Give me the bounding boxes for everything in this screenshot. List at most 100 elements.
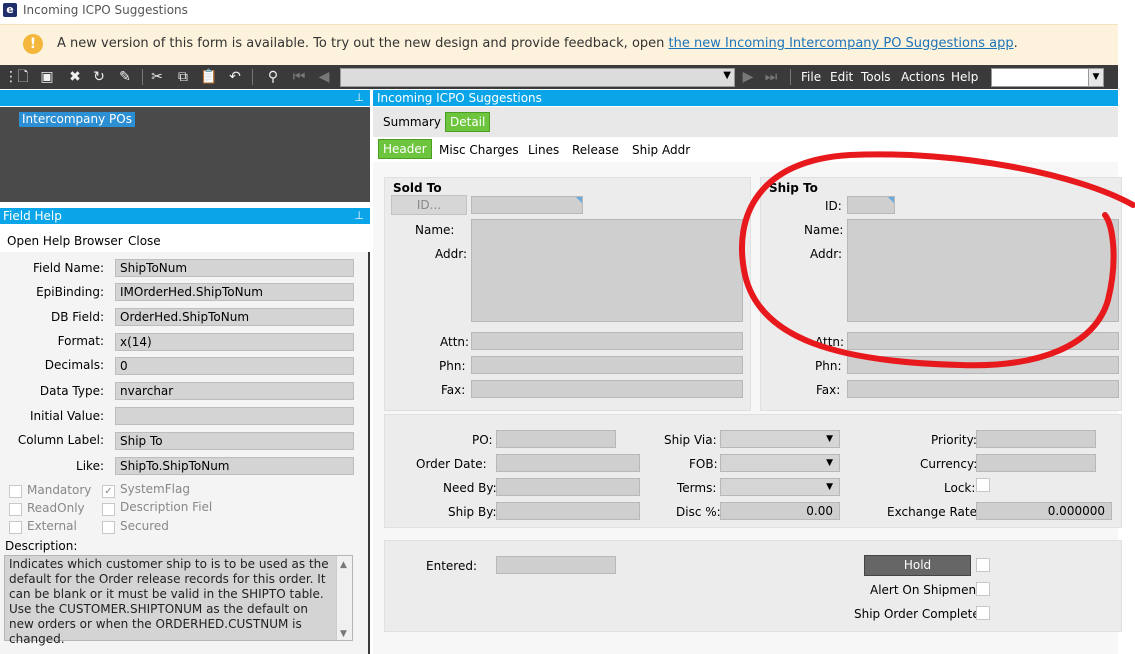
disc-label: Disc %: (676, 505, 721, 519)
scroll-down-icon[interactable]: ▼ (340, 627, 347, 642)
sold-to-attn-label: Attn: (440, 335, 470, 349)
delete-icon[interactable]: ✖ (66, 68, 84, 86)
need-by-label: Need By: (443, 481, 497, 495)
fob-combo[interactable]: ▼ (720, 454, 840, 472)
menu-edit[interactable]: Edit (830, 70, 853, 84)
need-by-field[interactable] (496, 478, 640, 496)
po-field[interactable] (496, 430, 616, 448)
chevron-down-icon: ▼ (723, 70, 731, 81)
search-icon[interactable]: ⚲ (264, 68, 282, 86)
record-selector-combo[interactable]: ▼ (340, 68, 735, 87)
external-checkbox (9, 521, 22, 534)
ship-order-complete-checkbox[interactable] (976, 606, 990, 620)
secured-checkbox (102, 521, 115, 534)
field-value: ShipTo.ShipToNum (115, 457, 354, 475)
scroll-up-icon[interactable]: ▲ (340, 558, 347, 573)
sold-to-name-addr-field[interactable] (471, 219, 743, 322)
pin-icon[interactable]: ⊥ (354, 209, 364, 222)
paste-icon[interactable]: 📋 (200, 68, 218, 86)
tab-summary[interactable]: Summary (383, 115, 441, 129)
sold-to-id-field[interactable] (471, 196, 583, 214)
ship-order-complete-label: Ship Order Complete: (854, 607, 984, 621)
menu-actions[interactable]: Actions (901, 70, 945, 84)
disc-field[interactable]: 0.00 (720, 502, 840, 520)
tree-panel: Intercompany POs (0, 107, 370, 202)
tree-node-intercompany-pos[interactable]: Intercompany POs (19, 112, 135, 127)
open-help-browser-button[interactable]: Open Help Browser (7, 234, 123, 248)
ship-to-fax-label: Fax: (816, 383, 841, 397)
field-label: EpiBinding: (36, 285, 104, 299)
field-value: Ship To (115, 432, 354, 450)
tab-ship-addr[interactable]: Ship Addr (632, 143, 690, 157)
sold-to-group: Sold To ID... Name: Addr: Attn: Phn: Fax… (384, 177, 751, 411)
description-scrollbar[interactable]: ▲ ▼ (336, 556, 352, 640)
field-value: IMOrderHed.ShipToNum (115, 283, 354, 301)
menu-help[interactable]: Help (951, 70, 978, 84)
alert-on-shipment-label: Alert On Shipment: (870, 583, 985, 597)
banner-message: A new version of this form is available.… (57, 36, 1018, 51)
undo-icon[interactable]: ↶ (226, 68, 244, 86)
exchange-rate-field[interactable]: 0.000000 (976, 502, 1112, 520)
close-button[interactable]: Close (128, 234, 161, 248)
ship-by-label: Ship By: (448, 505, 497, 519)
terms-label: Terms: (677, 481, 717, 495)
save-icon[interactable]: ▣ (38, 68, 56, 86)
terms-combo[interactable]: ▼ (720, 478, 840, 496)
cut-icon[interactable]: ✂ (148, 68, 166, 86)
field-value (115, 407, 354, 425)
tab-lines[interactable]: Lines (528, 143, 559, 157)
first-record-icon[interactable]: ⏮ (290, 68, 308, 86)
mandatory-checkbox (9, 485, 22, 498)
tab-detail[interactable]: Detail (445, 112, 491, 132)
order-date-field[interactable] (496, 454, 640, 472)
toolbar-separator (790, 69, 791, 85)
new-icon[interactable]: 🗋 (14, 68, 32, 86)
next-record-icon[interactable]: ▶ (739, 68, 757, 86)
refresh-icon[interactable]: ↻ (90, 68, 108, 86)
sold-to-id-button[interactable]: ID... (391, 195, 467, 215)
prev-record-icon[interactable]: ◀ (315, 68, 333, 86)
field-help-toolbar: Open Help Browser Close (0, 229, 370, 251)
sold-to-addr-label: Addr: (435, 247, 467, 261)
new-app-link[interactable]: the new Incoming Intercompany PO Suggest… (669, 36, 1014, 51)
chevron-down-icon: ▼ (826, 458, 833, 468)
entered-field[interactable] (496, 556, 616, 574)
entered-label: Entered: (426, 559, 477, 573)
pin-icon[interactable]: ⊥ (354, 91, 364, 104)
description-content: Indicates which customer ship to is to b… (9, 557, 329, 646)
tab-misc-charges[interactable]: Misc Charges (439, 143, 519, 157)
ship-to-fax-field[interactable] (847, 380, 1119, 398)
chevron-down-icon: ▼ (1088, 69, 1103, 86)
main-toolbar: ⋮ 🗋 ▣ ✖ ↻ ✎ ✂ ⧉ 📋 ↶ ⚲ ⏮ ◀ ▼ ▶ ⏭ File Edi… (0, 65, 1118, 89)
priority-field[interactable] (976, 430, 1096, 448)
detail-subtabs: Header Misc Charges Lines Release Ship A… (373, 138, 1118, 162)
ship-to-id-field[interactable] (847, 196, 895, 214)
ship-to-addr-label: Addr: (810, 247, 842, 261)
hold-button[interactable]: Hold (864, 555, 971, 576)
currency-field[interactable] (976, 454, 1096, 472)
ship-to-name-addr-field[interactable] (847, 219, 1119, 322)
exchange-rate-label: Exchange Rate: (887, 505, 982, 519)
sold-to-fax-label: Fax: (441, 383, 466, 397)
ship-to-attn-field[interactable] (847, 332, 1119, 350)
ship-to-phn-field[interactable] (847, 356, 1119, 374)
toolbar-dropdown[interactable]: ▼ (991, 68, 1104, 87)
ship-by-field[interactable] (496, 502, 640, 520)
tab-release[interactable]: Release (572, 143, 619, 157)
menu-file[interactable]: File (801, 70, 821, 84)
sold-to-fax-field[interactable] (471, 380, 743, 398)
clear-icon[interactable]: ✎ (116, 68, 134, 86)
field-help-body: Field Name: ShipToNum EpiBinding: IMOrde… (0, 252, 370, 654)
sold-to-phn-field[interactable] (471, 356, 743, 374)
tab-header[interactable]: Header (378, 139, 432, 159)
lock-checkbox[interactable] (976, 478, 990, 492)
copy-icon[interactable]: ⧉ (174, 68, 192, 86)
last-record-icon[interactable]: ⏭ (762, 68, 780, 86)
menu-tools[interactable]: Tools (861, 70, 891, 84)
alert-on-shipment-checkbox[interactable] (976, 582, 990, 596)
hold-checkbox[interactable] (976, 558, 990, 572)
description-text[interactable]: Indicates which customer ship to is to b… (4, 555, 353, 646)
sold-to-phn-label: Phn: (439, 359, 466, 373)
sold-to-attn-field[interactable] (471, 332, 743, 350)
ship-via-combo[interactable]: ▼ (720, 430, 840, 448)
